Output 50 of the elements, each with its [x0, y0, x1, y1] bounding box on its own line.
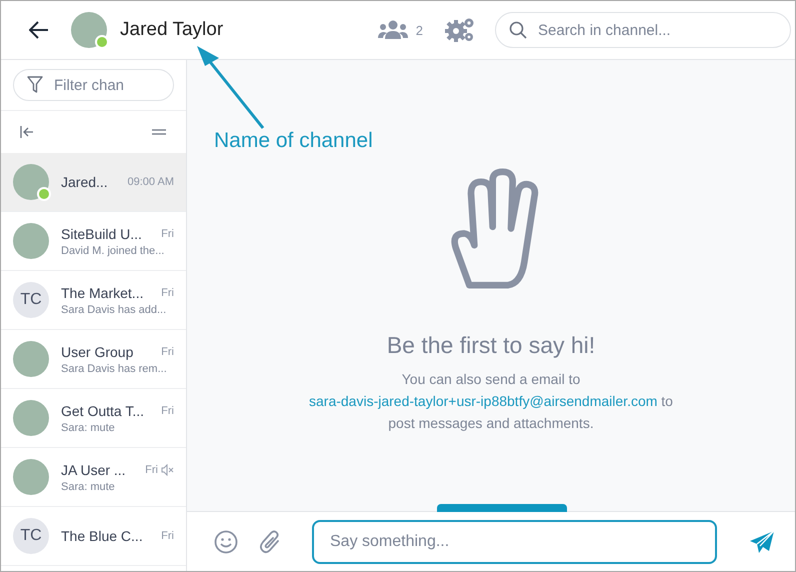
- menu-icon[interactable]: [152, 129, 166, 135]
- initials-avatar: TC: [13, 282, 49, 318]
- search-icon: [509, 21, 527, 39]
- email-instructions: You can also send a email to sara-davis-jared-taylor+usr-ip88btfy@airsendmailer.com to post messages and attachments.: [308, 370, 674, 433]
- channel-item[interactable]: TC The Blue C... Fri: [1, 507, 186, 566]
- channel-time: 09:00 AM: [128, 176, 174, 188]
- channel-item[interactable]: SiteBuild U... Fri David M. joined the...: [1, 212, 186, 271]
- filter-field[interactable]: Filter chan: [13, 69, 174, 101]
- channel-time: Fri: [161, 530, 174, 542]
- members-icon[interactable]: [378, 20, 408, 40]
- avatar-photo-placeholder: [13, 341, 49, 377]
- channel-name: Get Outta T...: [61, 402, 146, 418]
- channel-name: Jared...: [61, 174, 109, 190]
- annotation-label: Name of channel: [214, 129, 373, 153]
- channel-time: Fri: [161, 404, 174, 416]
- filter-icon: [27, 76, 43, 94]
- collapse-icon[interactable]: [20, 126, 34, 138]
- channel-name: User Group: [61, 344, 134, 360]
- send-icon[interactable]: [749, 530, 775, 554]
- avatar-photo-placeholder: [13, 400, 49, 436]
- channel-item[interactable]: TC The Market... Fri Sara Davis has add...: [1, 271, 186, 330]
- emoji-icon[interactable]: [214, 530, 238, 554]
- back-arrow-icon: [29, 21, 49, 39]
- initials-avatar: TC: [13, 518, 49, 554]
- settings-icon[interactable]: [445, 17, 475, 43]
- search-field[interactable]: Search in channel...: [495, 12, 791, 48]
- member-count: 2: [416, 22, 423, 38]
- channel-name: SiteBuild U...: [61, 226, 143, 242]
- channel-name: The Blue C...: [61, 528, 144, 544]
- channel-time: Fri: [161, 346, 174, 358]
- channel-time: Fri: [145, 464, 158, 476]
- channel-time: Fri: [161, 228, 174, 240]
- channel-preview: Sara Davis has rem...: [61, 362, 168, 374]
- channel-preview: Sara: mute: [61, 480, 116, 492]
- channel-item[interactable]: Jared... 09:00 AM: [1, 153, 186, 212]
- message-input[interactable]: Say something...: [312, 520, 717, 564]
- channel-item[interactable]: JA User ... Fri Sara: mute: [1, 448, 186, 507]
- channel-title: Jared Taylor: [120, 19, 224, 41]
- channel-name: JA User ...: [61, 462, 127, 478]
- channel-item[interactable]: User Group Fri Sara Davis has rem...: [1, 330, 186, 389]
- channel-item[interactable]: Get Outta T... Fri Sara: mute: [1, 389, 186, 448]
- channel-preview: Sara Davis has add...: [61, 304, 168, 316]
- channel-preview: Sara: mute: [61, 422, 116, 434]
- empty-state-title: Be the first to say hi!: [386, 332, 596, 359]
- channel-preview: David M. joined the...: [61, 244, 166, 256]
- channel-name: The Market...: [61, 284, 144, 300]
- paperclip-icon[interactable]: [260, 530, 282, 554]
- avatar-photo-placeholder: [13, 459, 49, 495]
- avatar-photo-placeholder: [13, 223, 49, 259]
- channel-time: Fri: [161, 286, 174, 298]
